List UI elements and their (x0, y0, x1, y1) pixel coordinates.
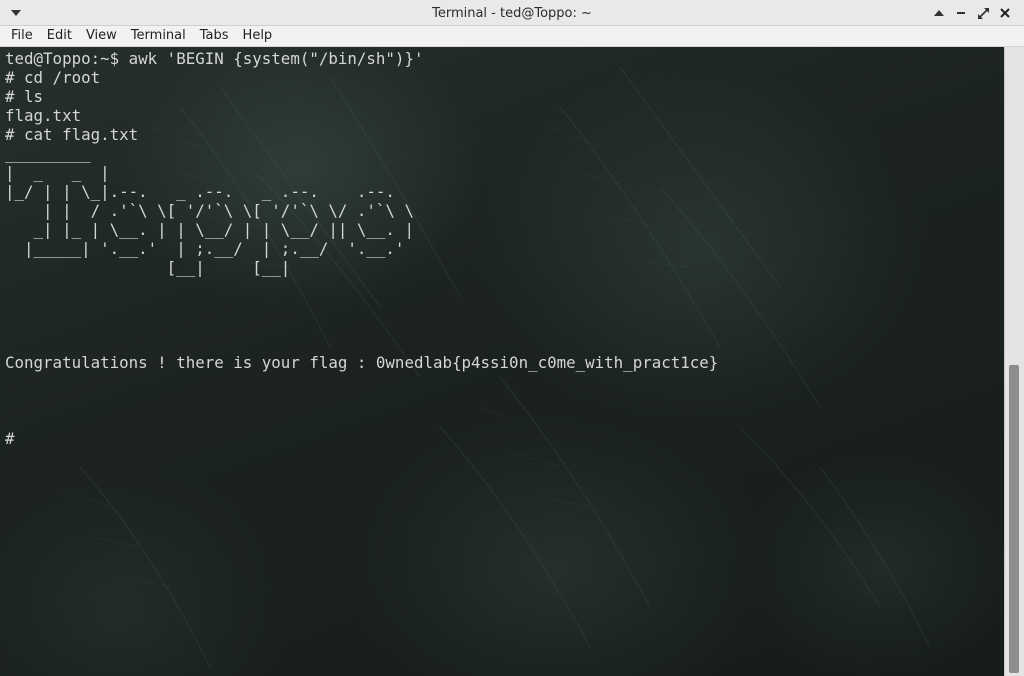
menu-terminal[interactable]: Terminal (124, 26, 193, 46)
menu-file[interactable]: File (4, 26, 40, 46)
terminal-line: [__| [__| (5, 258, 291, 277)
terminal-line: # ls (5, 87, 44, 106)
vertical-scrollbar[interactable] (1004, 47, 1024, 676)
terminal-line: _________ (5, 144, 91, 163)
terminal-line: Congratulations ! there is your flag : 0… (5, 353, 719, 372)
terminal-window: Terminal - ted@Toppo: ~ File Edit View T… (0, 0, 1024, 676)
menu-view[interactable]: View (79, 26, 124, 46)
close-icon[interactable] (995, 0, 1015, 26)
terminal-line: # (5, 429, 15, 448)
menu-tabs[interactable]: Tabs (193, 26, 236, 46)
terminal-line: |_/ | | \_|.--. _ .--. _ .--. .--. (5, 182, 395, 201)
terminal-line: | _ _ | (5, 163, 110, 182)
terminal-line: ted@Toppo:~$ awk 'BEGIN {system("/bin/sh… (5, 49, 424, 68)
menu-help[interactable]: Help (236, 26, 280, 46)
maximize-icon[interactable] (973, 0, 993, 26)
menu-edit[interactable]: Edit (40, 26, 79, 46)
terminal-output-area[interactable]: ted@Toppo:~$ awk 'BEGIN {system("/bin/sh… (0, 47, 1004, 676)
terminal-text: ted@Toppo:~$ awk 'BEGIN {system("/bin/sh… (5, 49, 718, 448)
terminal-line: flag.txt (5, 106, 82, 125)
terminal-line: # cat flag.txt (5, 125, 139, 144)
scrollbar-thumb[interactable] (1009, 365, 1019, 673)
terminal-line: |_____| '.__.' | ;.__/ | ;.__/ '.__.' (5, 239, 405, 258)
terminal-line: # cd /root (5, 68, 101, 87)
window-title: Terminal - ted@Toppo: ~ (432, 6, 592, 21)
title-bar[interactable]: Terminal - ted@Toppo: ~ (0, 0, 1024, 26)
terminal-line: _| |_ | \__. | | \__/ | | \__/ || \__. | (5, 220, 414, 239)
terminal-line: | | / .'`\ \[ '/'`\ \[ '/'`\ \/ .'`\ \ (5, 201, 414, 220)
minimize-icon[interactable] (951, 0, 971, 26)
menu-bar: File Edit View Terminal Tabs Help (0, 26, 1024, 47)
chevron-up-icon[interactable] (929, 0, 949, 26)
